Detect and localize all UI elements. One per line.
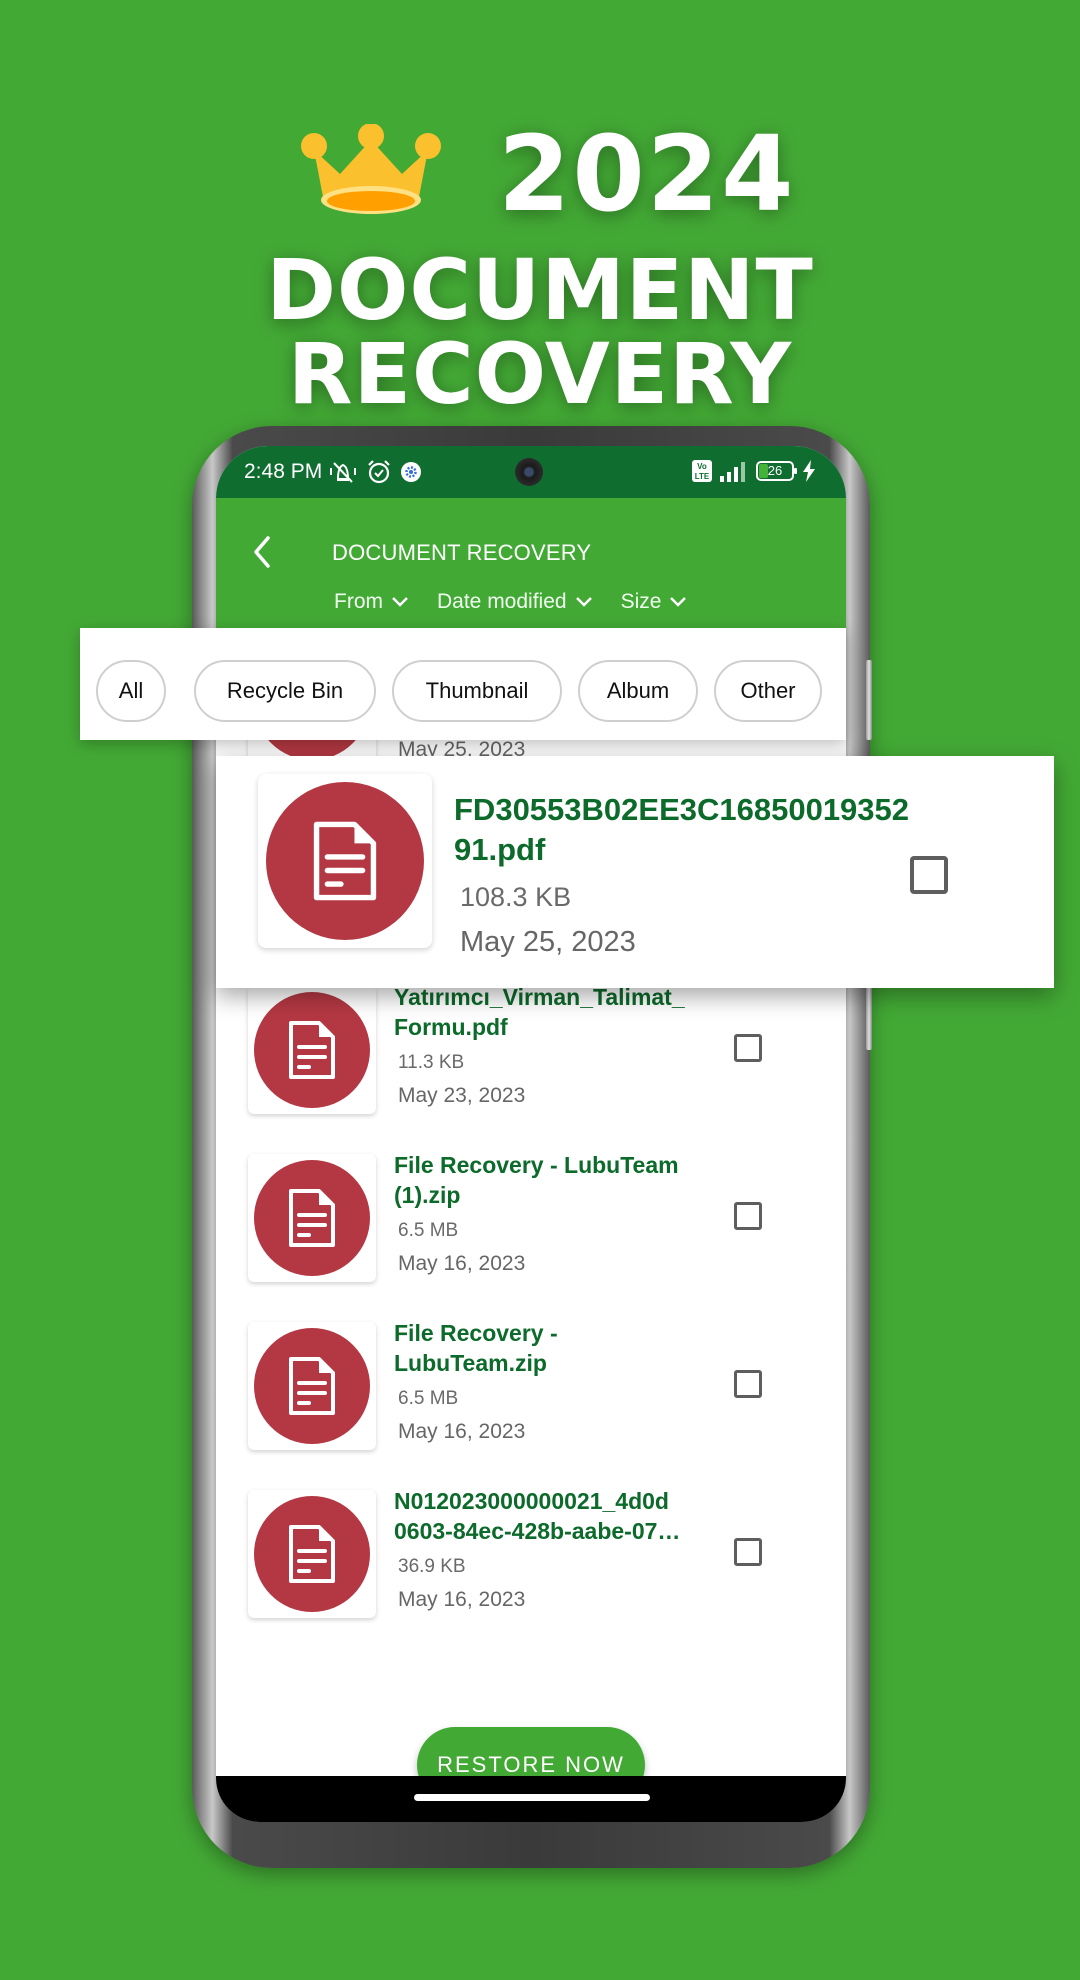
file-name: FD30553B02EE3C1685001935291.pdf [454, 792, 910, 867]
document-icon [289, 1357, 335, 1415]
battery-icon: 26 [756, 461, 797, 481]
file-row[interactable]: File Recovery - LubuTeam.zip 6.5 MB May … [216, 1318, 846, 1486]
svg-text:Vo: Vo [697, 462, 707, 471]
home-indicator[interactable] [414, 1794, 650, 1801]
app-bar: DOCUMENT RECOVERY From Date modified Siz… [216, 498, 846, 630]
chevron-down-icon [392, 597, 408, 607]
sort-date-modified[interactable]: Date modified [437, 590, 593, 614]
navigation-bar [216, 1776, 846, 1822]
file-size: 6.5 MB [398, 1220, 459, 1241]
document-icon [289, 1189, 335, 1247]
file-row[interactable]: Yatırımcı_Virman_Talimat_ Formu.pdf 11.3… [216, 982, 846, 1150]
back-button[interactable] [246, 532, 282, 572]
chevron-down-icon [670, 597, 687, 607]
file-date: May 16, 2023 [398, 1588, 526, 1611]
chip-all[interactable]: All [96, 660, 166, 722]
sort-size[interactable]: Size [621, 590, 688, 614]
file-name: File Recovery - LubuTeam.zip [394, 1320, 558, 1376]
charging-icon [803, 460, 815, 482]
chip-thumbnail[interactable]: Thumbnail [392, 660, 562, 722]
file-checkbox[interactable] [910, 856, 948, 894]
file-checkbox[interactable] [734, 1202, 762, 1230]
promo-year: 2024 [498, 113, 796, 235]
file-date: May 16, 2023 [398, 1420, 526, 1443]
crown-icon [301, 124, 441, 214]
document-icon [289, 1021, 335, 1079]
file-thumbnail [248, 986, 376, 1114]
file-checkbox[interactable] [734, 1370, 762, 1398]
filter-chips: All Recycle Bin Thumbnail Album Other [80, 628, 846, 740]
highlighted-file-card[interactable]: FD30553B02EE3C1685001935291.pdf 108.3 KB… [216, 756, 1054, 988]
document-icon [313, 821, 377, 901]
file-thumbnail [258, 774, 432, 948]
sort-size-label: Size [620, 590, 662, 613]
settings-gear-icon [401, 462, 421, 482]
file-checkbox[interactable] [734, 1034, 762, 1062]
file-thumbnail [248, 1322, 376, 1450]
status-time: 2:48 PM [244, 460, 323, 483]
front-camera [515, 458, 543, 486]
sort-date-modified-label: Date modified [437, 590, 567, 613]
volte-icon: Vo LTE [692, 460, 712, 482]
page-title: DOCUMENT RECOVERY [332, 540, 592, 565]
file-size: 6.5 MB [398, 1388, 459, 1409]
chip-album[interactable]: Album [578, 660, 698, 722]
file-row[interactable]: N012023000000021_4d0d 0603-84ec-428b-aab… [216, 1486, 846, 1654]
svg-text:LTE: LTE [695, 472, 710, 481]
file-size: 11.3 KB [398, 1052, 465, 1073]
file-date: May 16, 2023 [398, 1252, 526, 1275]
file-name: Yatırımcı_Virman_Talimat_ Formu.pdf [394, 984, 685, 1040]
sort-from-label: From [334, 590, 383, 613]
sort-from[interactable]: From [334, 590, 409, 614]
promo-headline: DOCUMENT RECOVERY [266, 241, 814, 423]
alarm-icon [368, 460, 390, 484]
chip-recycle-bin[interactable]: Recycle Bin [194, 660, 376, 722]
sort-bar: From Date modified Size [334, 590, 687, 614]
file-thumbnail [248, 1154, 376, 1282]
file-size: 108.3 KB [460, 882, 572, 912]
file-date: May 23, 2023 [398, 1084, 526, 1107]
file-thumbnail [248, 1490, 376, 1618]
file-date: May 25, 2023 [460, 926, 636, 958]
document-icon [289, 1525, 335, 1583]
status-bar: 2:48 PM Vo LTE 26 [216, 446, 846, 498]
file-name: File Recovery - LubuTeam (1).zip [394, 1152, 679, 1208]
mute-vibrate-icon [330, 462, 356, 483]
chip-other[interactable]: Other [714, 660, 822, 722]
signal-icon [720, 462, 745, 482]
file-row[interactable]: File Recovery - LubuTeam (1).zip 6.5 MB … [216, 1150, 846, 1318]
file-name: N012023000000021_4d0d 0603-84ec-428b-aab… [394, 1488, 681, 1544]
chevron-down-icon [575, 597, 592, 607]
file-checkbox[interactable] [734, 1538, 762, 1566]
volume-button [866, 660, 872, 740]
file-size: 36.9 KB [398, 1556, 466, 1577]
